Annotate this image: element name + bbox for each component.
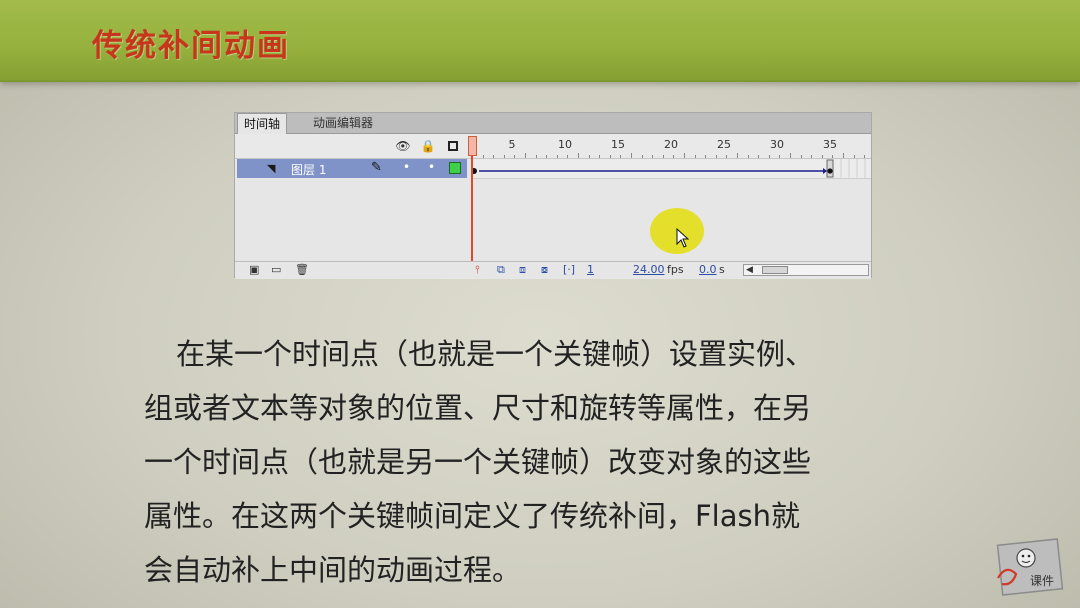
ruler-tick — [715, 155, 717, 158]
scroll-left-icon[interactable]: ◀ — [746, 265, 753, 275]
paragraph-line-5: 会自动补上中间的动画过程。 — [144, 553, 522, 587]
layer-row[interactable]: ◥ 图层 1 ✎ • • — [237, 159, 467, 178]
ruler-tick — [758, 155, 760, 158]
body-paragraph: 在某一个时间点（也就是一个关键帧）设置实例、 组或者文本等对象的位置、尺寸和旋转… — [144, 327, 994, 597]
outline-icon[interactable] — [445, 138, 461, 154]
ruler-label-20: 20 — [664, 138, 678, 151]
paragraph-line-1: 在某一个时间点（也就是一个关键帧）设置实例、 — [176, 337, 815, 371]
ruler-tick — [525, 153, 526, 158]
frames-row[interactable] — [471, 159, 871, 179]
ruler-tick — [588, 155, 590, 158]
ruler-tick — [843, 153, 844, 158]
center-frame-icon[interactable]: ⫯ — [475, 263, 480, 277]
playhead-line — [471, 156, 473, 262]
ruler-label-5: 5 — [508, 138, 516, 151]
ruler-tick — [737, 153, 738, 158]
ruler-label-30: 30 — [770, 138, 784, 151]
ruler-tick — [832, 155, 834, 158]
ruler-tick — [514, 155, 516, 158]
ruler-tick — [779, 155, 781, 158]
eye-icon[interactable]: 👁 — [395, 138, 411, 154]
tab-timeline[interactable]: 时间轴 — [237, 113, 288, 134]
pencil-icon: ✎ — [371, 160, 382, 175]
layer-name[interactable]: 图层 1 — [291, 161, 326, 178]
time-readout[interactable]: 0.0 — [699, 263, 717, 276]
onion-outline-icon[interactable]: ⧈ — [519, 263, 526, 277]
mouse-pointer-icon — [676, 228, 690, 248]
ruler-tick — [768, 155, 770, 158]
new-folder-icon[interactable]: ▭ — [271, 263, 281, 276]
ruler-tick — [694, 155, 696, 158]
ruler-label-15: 15 — [611, 138, 625, 151]
ruler-label-35: 35 — [823, 138, 837, 151]
ruler-tick — [705, 155, 707, 158]
ruler-tick — [546, 155, 548, 158]
ruler-tick — [747, 155, 749, 158]
time-unit: s — [719, 263, 725, 276]
ruler-tick — [578, 153, 579, 158]
timeline-tabbar: 时间轴 动画编辑器 — [235, 113, 871, 134]
ruler-tick — [790, 153, 791, 158]
fps-readout[interactable]: 24.00 — [633, 263, 665, 276]
ruler-tick — [567, 155, 569, 158]
horizontal-scrollbar[interactable]: ◀ — [743, 264, 869, 276]
current-frame-readout[interactable]: 1 — [587, 263, 594, 276]
ruler-tick — [641, 155, 643, 158]
lock-dot[interactable]: • — [428, 160, 435, 174]
timeline-status-bar: ▣ ▭ 🗑 ⫯ ⧉ ⧈ ⧇ [·] 1 24.00 fps 0.0 s ◀ — [235, 261, 871, 279]
ruler-tick — [726, 155, 728, 158]
ruler-tick — [864, 155, 866, 158]
ruler-tick — [599, 155, 601, 158]
playhead-handle[interactable] — [468, 136, 477, 156]
ruler-tick — [631, 153, 632, 158]
ruler-tick — [652, 155, 654, 158]
courseware-logo: 课件 — [992, 534, 1064, 600]
end-keyframe[interactable] — [827, 168, 833, 174]
edit-multiple-icon[interactable]: ⧇ — [541, 263, 548, 277]
slide-header: 传统补间动画 — [0, 0, 1080, 82]
ruler-tick — [800, 155, 802, 158]
ruler-tick — [609, 155, 611, 158]
ruler-tick — [556, 155, 558, 158]
ruler-tick — [482, 155, 484, 158]
ruler-tick — [673, 155, 675, 158]
paragraph-line-4: 属性。在这两个关键帧间定义了传统补间，Flash就 — [144, 499, 800, 533]
fps-unit: fps — [667, 263, 684, 276]
timeline-panel: 时间轴 动画编辑器 👁 🔒 5 10 15 20 25 30 35 ◥ 图层 1… — [234, 112, 872, 279]
ruler-tick — [535, 155, 537, 158]
logo-label: 课件 — [1030, 574, 1055, 588]
scrollbar-thumb[interactable] — [762, 266, 788, 274]
ruler-tick — [811, 155, 813, 158]
trash-icon[interactable]: 🗑 — [295, 263, 309, 276]
ruler-tick — [493, 155, 495, 158]
lock-icon[interactable]: 🔒 — [420, 138, 436, 154]
ruler-tick — [684, 153, 685, 158]
layer-type-icon: ◥ — [267, 162, 276, 175]
outline-color-swatch[interactable] — [449, 162, 461, 174]
ruler-label-25: 25 — [717, 138, 731, 151]
visibility-dot[interactable]: • — [403, 160, 410, 174]
ruler-tick — [853, 155, 855, 158]
modify-markers-icon[interactable]: [·] — [563, 263, 575, 276]
courseware-logo-icon — [996, 538, 1064, 596]
new-layer-icon[interactable]: ▣ — [249, 263, 259, 276]
paragraph-line-3: 一个时间点（也就是另一个关键帧）改变对象的这些 — [144, 445, 812, 479]
frame-ruler[interactable]: 5 10 15 20 25 30 35 — [471, 134, 871, 158]
ruler-tick — [620, 155, 622, 158]
tween-span — [471, 159, 866, 178]
ruler-tick — [503, 155, 505, 158]
slide-title: 传统补间动画 — [92, 28, 290, 64]
onion-skin-icon[interactable]: ⧉ — [497, 263, 505, 277]
paragraph-line-2: 组或者文本等对象的位置、尺寸和旋转等属性，在另 — [144, 391, 812, 425]
ruler-label-10: 10 — [558, 138, 572, 151]
tab-motion-editor[interactable]: 动画编辑器 — [307, 113, 379, 133]
ruler-tick — [662, 155, 664, 158]
ruler-tick — [821, 155, 823, 158]
